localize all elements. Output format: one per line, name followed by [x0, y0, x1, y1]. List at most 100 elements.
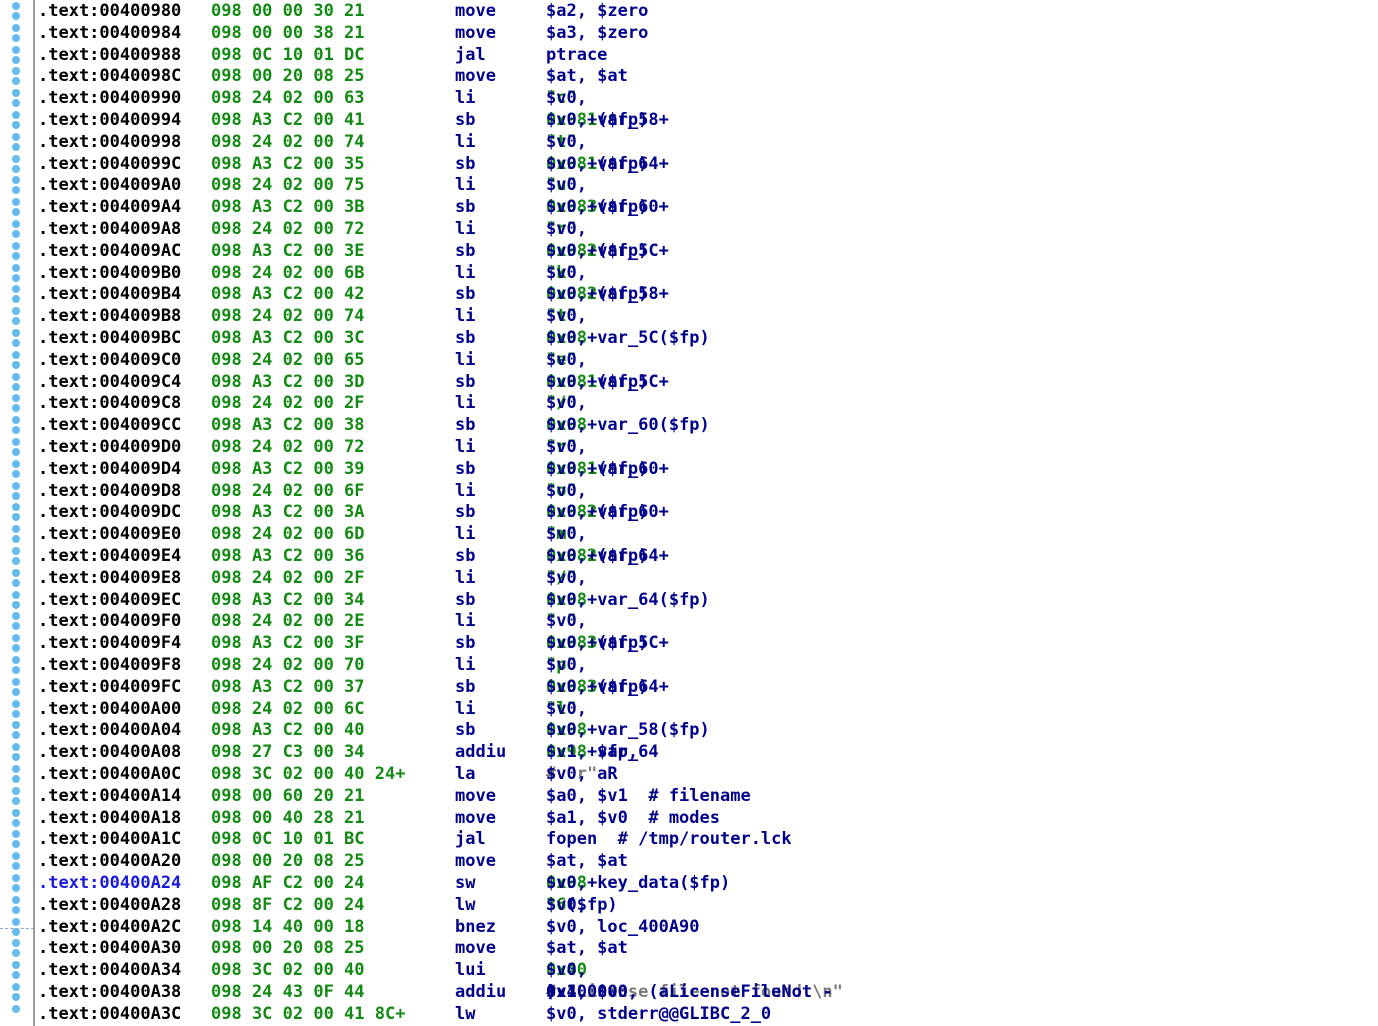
operand-token[interactable]: $v0,: [546, 305, 597, 327]
mnemonic[interactable]: jal: [455, 828, 486, 850]
listing-row[interactable]: .text:004009A4 098 A3 C2 00 3B sb $v0, 0x98…: [38, 196, 1378, 218]
address[interactable]: .text:00400A04: [38, 719, 181, 741]
operand-token[interactable]: $v0,: [546, 480, 597, 502]
operand-token[interactable]: ($fp): [597, 153, 648, 175]
listing-row[interactable]: .text:004009B0 098 24 02 00 6B li $v0, "k": [38, 262, 1378, 284]
mnemonic[interactable]: sb: [455, 632, 475, 654]
operand-token[interactable]: ($fp): [597, 545, 648, 567]
mnemonic[interactable]: la: [455, 763, 475, 785]
breakpoint-dot-icon[interactable]: [12, 154, 20, 163]
operand-token[interactable]: $a1, $v0 # modes: [546, 807, 720, 829]
breakpoint-dot-icon[interactable]: [12, 557, 20, 565]
address[interactable]: .text:00400A0C: [38, 763, 181, 785]
mnemonic[interactable]: li: [455, 218, 475, 240]
operands[interactable]: $v0, "c": [546, 87, 587, 109]
breakpoint-dot-icon[interactable]: [12, 45, 20, 54]
operands[interactable]: $v0, "t": [546, 131, 587, 153]
breakpoint-dot-icon[interactable]: [12, 307, 20, 316]
listing-row[interactable]: .text:004009B8 098 24 02 00 74 li $v0, "t": [38, 305, 1378, 327]
operand-token[interactable]: ($fp): [597, 109, 648, 131]
mnemonic[interactable]: move: [455, 22, 496, 44]
mnemonic[interactable]: move: [455, 807, 496, 829]
operand-token[interactable]: $at, $at: [546, 937, 628, 959]
address[interactable]: .text:004009E0: [38, 523, 181, 545]
address[interactable]: .text:004009D8: [38, 480, 181, 502]
operand-token[interactable]: $v0,: [546, 436, 597, 458]
breakpoint-dot-icon[interactable]: [12, 983, 20, 991]
breakpoint-dot-icon[interactable]: [12, 895, 20, 904]
address[interactable]: .text:004009EC: [38, 589, 181, 611]
breakpoint-dot-icon[interactable]: [12, 547, 20, 555]
operand-token[interactable]: ($fp): [597, 283, 648, 305]
listing-row[interactable]: .text:004009CC 098 A3 C2 00 38 sb $v0, 0x98…: [38, 414, 1378, 436]
listing-row[interactable]: .text:00400A2C 098 14 40 00 18 bnez $v0, lo…: [38, 916, 1378, 938]
listing-row[interactable]: .text:004009D4 098 A3 C2 00 39 sb $v0, 0x98…: [38, 458, 1378, 480]
address[interactable]: .text:004009BC: [38, 327, 181, 349]
operand-token[interactable]: $v0, aR: [546, 763, 638, 785]
operand-token[interactable]: $v0,: [546, 698, 597, 720]
operands[interactable]: $v0, ".": [546, 610, 587, 632]
breakpoint-dot-icon[interactable]: [12, 317, 20, 326]
listing-row[interactable]: .text:004009BC 098 A3 C2 00 3C sb $v0, 0x98…: [38, 327, 1378, 349]
mnemonic[interactable]: sb: [455, 196, 475, 218]
operand-token[interactable]: ($fp): [597, 196, 648, 218]
mnemonic[interactable]: sb: [455, 676, 475, 698]
listing-row[interactable]: .text:00400A00 098 24 02 00 6C li $v0, "l": [38, 698, 1378, 720]
mnemonic[interactable]: sb: [455, 414, 475, 436]
operand-token[interactable]: ($fp): [597, 632, 648, 654]
operands[interactable]: $v0, 0x40: [546, 959, 587, 981]
breakpoint-dot-icon[interactable]: [12, 590, 20, 599]
address[interactable]: .text:004009B4: [38, 283, 181, 305]
address[interactable]: .text:004009FC: [38, 676, 181, 698]
breakpoint-dot-icon[interactable]: [12, 132, 20, 141]
listing-row[interactable]: .text:00400A18 098 00 40 28 21 move $a1, $v…: [38, 807, 1378, 829]
operands[interactable]: $v0, 0x98 +var_64+ 1 ($fp): [546, 153, 669, 175]
address[interactable]: .text:00400998: [38, 131, 181, 153]
breakpoint-dot-icon[interactable]: [12, 971, 20, 980]
breakpoint-dot-icon[interactable]: [12, 905, 20, 914]
listing-row[interactable]: .text:00400A30 098 00 20 08 25 move $at, $a…: [38, 937, 1378, 959]
address[interactable]: .text:004009CC: [38, 414, 181, 436]
address[interactable]: .text:00400A38: [38, 981, 181, 1003]
breakpoint-dot-icon[interactable]: [12, 699, 20, 708]
operands[interactable]: $v0, 0x98 +var_5C+ 2 ($fp): [546, 240, 669, 262]
listing-row[interactable]: .text:00400A1C 098 0C 10 01 BC jal fopen # …: [38, 828, 1378, 850]
operand-token[interactable]: +var_64($fp): [587, 589, 710, 611]
breakpoint-dot-icon[interactable]: [12, 164, 20, 173]
address[interactable]: .text:00400988: [38, 44, 181, 66]
breakpoint-dot-icon[interactable]: [12, 111, 20, 119]
mnemonic[interactable]: jal: [455, 44, 486, 66]
mnemonic[interactable]: sb: [455, 501, 475, 523]
operand-token[interactable]: $v0,: [546, 131, 597, 153]
operands[interactable]: $v0, 0x98 +var_64+ 2 ($fp): [546, 545, 669, 567]
mnemonic[interactable]: lui: [455, 959, 486, 981]
breakpoint-dot-icon[interactable]: [12, 186, 20, 195]
breakpoint-dot-icon[interactable]: [12, 12, 20, 20]
listing-row[interactable]: .text:00400980 098 00 00 30 21 move $a2, $z…: [38, 0, 1378, 22]
breakpoint-dot-icon[interactable]: [12, 656, 20, 664]
operands[interactable]: $v0, 0x98 +var_60($fp): [546, 414, 710, 436]
breakpoint-dot-icon[interactable]: [12, 939, 20, 948]
operands[interactable]: $v0, 0x98 +var_58+ 1 ($fp): [546, 109, 669, 131]
breakpoint-dot-icon[interactable]: [12, 142, 20, 151]
breakpoint-dot-icon[interactable]: [12, 808, 20, 817]
breakpoint-dot-icon[interactable]: [12, 448, 20, 456]
listing-row[interactable]: .text:00400A24 098 AF C2 00 24 sw $v0, 0x98…: [38, 872, 1378, 894]
operands[interactable]: $v0, "r": [546, 436, 587, 458]
breakpoint-dot-icon[interactable]: [12, 535, 20, 544]
breakpoint-dot-icon[interactable]: [12, 273, 20, 282]
operand-token[interactable]: $a3, $zero: [546, 22, 648, 44]
listing-row[interactable]: .text:004009D8 098 24 02 00 6F li $v0, "o": [38, 480, 1378, 502]
operands[interactable]: $v0, "l": [546, 698, 587, 720]
operand-token[interactable]: +var_64: [587, 741, 659, 763]
operands[interactable]: $v0, 0x98 +var_5C+ 3 ($fp): [546, 632, 669, 654]
breakpoint-dot-icon[interactable]: [12, 33, 20, 42]
mnemonic[interactable]: li: [455, 436, 475, 458]
listing-row[interactable]: .text:004009E4 098 A3 C2 00 36 sb $v0, 0x98…: [38, 545, 1378, 567]
address[interactable]: .text:004009A0: [38, 174, 181, 196]
operand-token[interactable]: $v0,: [546, 262, 597, 284]
breakpoint-dot-icon[interactable]: [12, 416, 20, 425]
address[interactable]: .text:004009AC: [38, 240, 181, 262]
breakpoint-dot-icon[interactable]: [12, 382, 20, 391]
breakpoint-dot-icon[interactable]: [12, 840, 20, 849]
